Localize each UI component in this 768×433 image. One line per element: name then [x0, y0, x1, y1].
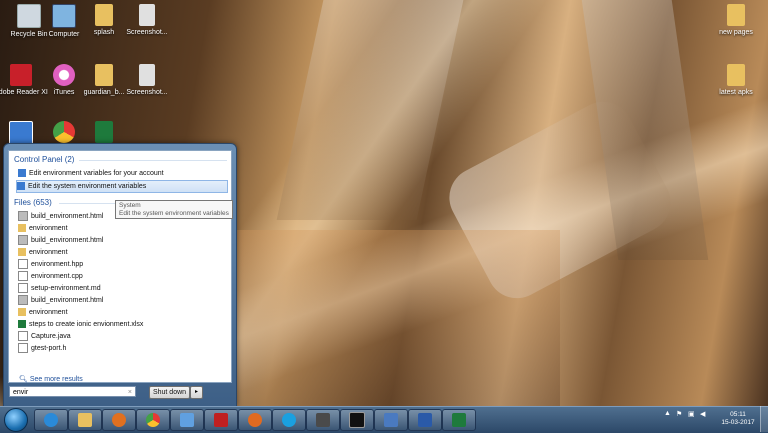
- file-result[interactable]: setup-environment.md: [18, 283, 228, 294]
- excel-file-icon: [18, 320, 26, 329]
- taskbar-word[interactable]: [408, 409, 442, 431]
- ie-icon: [44, 413, 58, 427]
- start-menu: Control Panel (2) Edit environment varia…: [3, 143, 237, 407]
- chrome-icon: [53, 121, 75, 143]
- show-desktop-button[interactable]: [760, 406, 768, 432]
- file-result[interactable]: environment.cpp: [18, 271, 228, 282]
- action-center-flag-icon[interactable]: ⚑: [676, 410, 682, 418]
- tooltip-text: Edit the system environment variables: [119, 210, 229, 217]
- folder-icon: [727, 64, 745, 86]
- folder-icon: [95, 4, 113, 26]
- tooltip: System Edit the system environment varia…: [115, 200, 233, 219]
- taskbar-ie[interactable]: [34, 409, 68, 431]
- html-file-icon: [18, 235, 28, 246]
- network-icon[interactable]: ▣: [688, 410, 695, 418]
- cmd-icon: [349, 412, 365, 428]
- result-edit-account-env-vars[interactable]: Edit environment variables for your acco…: [18, 168, 228, 179]
- search-input[interactable]: envir ×: [9, 386, 136, 397]
- file-icon: [18, 331, 28, 342]
- media-player-icon: [112, 413, 126, 427]
- excel-icon: [95, 121, 113, 143]
- file-icon: [18, 283, 28, 294]
- file-result[interactable]: environment: [18, 307, 228, 318]
- shutdown-button[interactable]: Shut down: [149, 386, 190, 399]
- search-results-pane: Control Panel (2) Edit environment varia…: [8, 150, 232, 383]
- folder-icon: [95, 64, 113, 86]
- html-file-icon: [18, 295, 28, 306]
- screenshot-file-icon: [139, 4, 155, 26]
- file-result[interactable]: build_environment.html: [18, 295, 228, 306]
- system-settings-icon: [17, 182, 25, 191]
- firefox-icon: [248, 413, 262, 427]
- control-panel-header[interactable]: Control Panel (2): [14, 155, 74, 164]
- system-clock[interactable]: 05:11 15-03-2017: [720, 411, 756, 427]
- desktop-icon-screenshot[interactable]: Screenshot...: [118, 4, 176, 37]
- taskbar-excel[interactable]: [442, 409, 476, 431]
- volume-icon[interactable]: ◀: [700, 410, 705, 418]
- taskbar-explorer[interactable]: [68, 409, 102, 431]
- desktop-icon-latest-apks[interactable]: latest apks: [707, 64, 765, 97]
- clock-time: 05:11: [730, 411, 746, 418]
- folder-icon: [18, 248, 26, 257]
- start-button[interactable]: [4, 408, 28, 432]
- word-icon: [418, 413, 432, 427]
- taskbar-sublime[interactable]: [306, 409, 340, 431]
- desktop-icon-new-pages[interactable]: new pages: [707, 4, 765, 37]
- shutdown-options-button[interactable]: ▸: [190, 386, 203, 399]
- taskbar-skype[interactable]: [272, 409, 306, 431]
- taskbar-remote-desktop[interactable]: [374, 409, 408, 431]
- control-panel-icon: [9, 121, 33, 145]
- see-more-results-link[interactable]: 🔍︎ See more results: [19, 375, 83, 383]
- folder-icon: [727, 4, 745, 26]
- system-settings-icon: [18, 169, 26, 178]
- result-edit-system-env-vars[interactable]: Edit the system environment variables: [16, 180, 228, 193]
- taskbar-paint[interactable]: [170, 409, 204, 431]
- taskbar-firefox[interactable]: [238, 409, 272, 431]
- taskbar-media-player[interactable]: [102, 409, 136, 431]
- clock-date: 15-03-2017: [721, 419, 755, 426]
- file-result[interactable]: gtest-port.h: [18, 343, 228, 354]
- explorer-icon: [78, 413, 92, 427]
- taskbar-filezilla[interactable]: [204, 409, 238, 431]
- sublime-icon: [316, 413, 330, 427]
- computer-icon: [52, 4, 76, 28]
- excel-icon: [452, 413, 466, 427]
- divider: [79, 160, 227, 161]
- file-result[interactable]: Capture.java: [18, 331, 228, 342]
- folder-icon: [18, 224, 26, 233]
- paint-icon: [180, 413, 194, 427]
- file-result[interactable]: environment: [18, 247, 228, 258]
- file-result[interactable]: environment.hpp: [18, 259, 228, 270]
- file-result[interactable]: environment: [18, 223, 228, 234]
- skype-icon: [282, 413, 296, 427]
- taskbar-cmd[interactable]: [340, 409, 374, 431]
- html-file-icon: [18, 211, 28, 222]
- screenshot-file-icon: [139, 64, 155, 86]
- wallpaper-panel: [230, 230, 560, 406]
- file-icon: [18, 259, 28, 270]
- itunes-icon: [53, 64, 75, 86]
- file-icon: [18, 343, 28, 354]
- file-result[interactable]: steps to create ionic envionment.xlsx: [18, 319, 228, 330]
- filezilla-icon: [214, 413, 228, 427]
- file-result[interactable]: build_environment.html: [18, 235, 228, 246]
- clear-search-icon[interactable]: ×: [128, 387, 132, 398]
- adobe-reader-icon: [10, 64, 32, 86]
- search-icon: 🔍︎: [19, 376, 28, 383]
- taskbar-chrome[interactable]: [136, 409, 170, 431]
- remote-desktop-icon: [384, 413, 398, 427]
- chrome-icon: [146, 413, 160, 427]
- desktop-icon-screenshot-2[interactable]: Screenshot...: [118, 64, 176, 97]
- wallpaper-panel: [276, 0, 464, 220]
- show-hidden-icons-icon[interactable]: ▲: [664, 410, 671, 417]
- tooltip-title: System: [119, 202, 141, 209]
- file-icon: [18, 271, 28, 282]
- files-header[interactable]: Files (653): [14, 198, 52, 207]
- folder-icon: [18, 308, 26, 317]
